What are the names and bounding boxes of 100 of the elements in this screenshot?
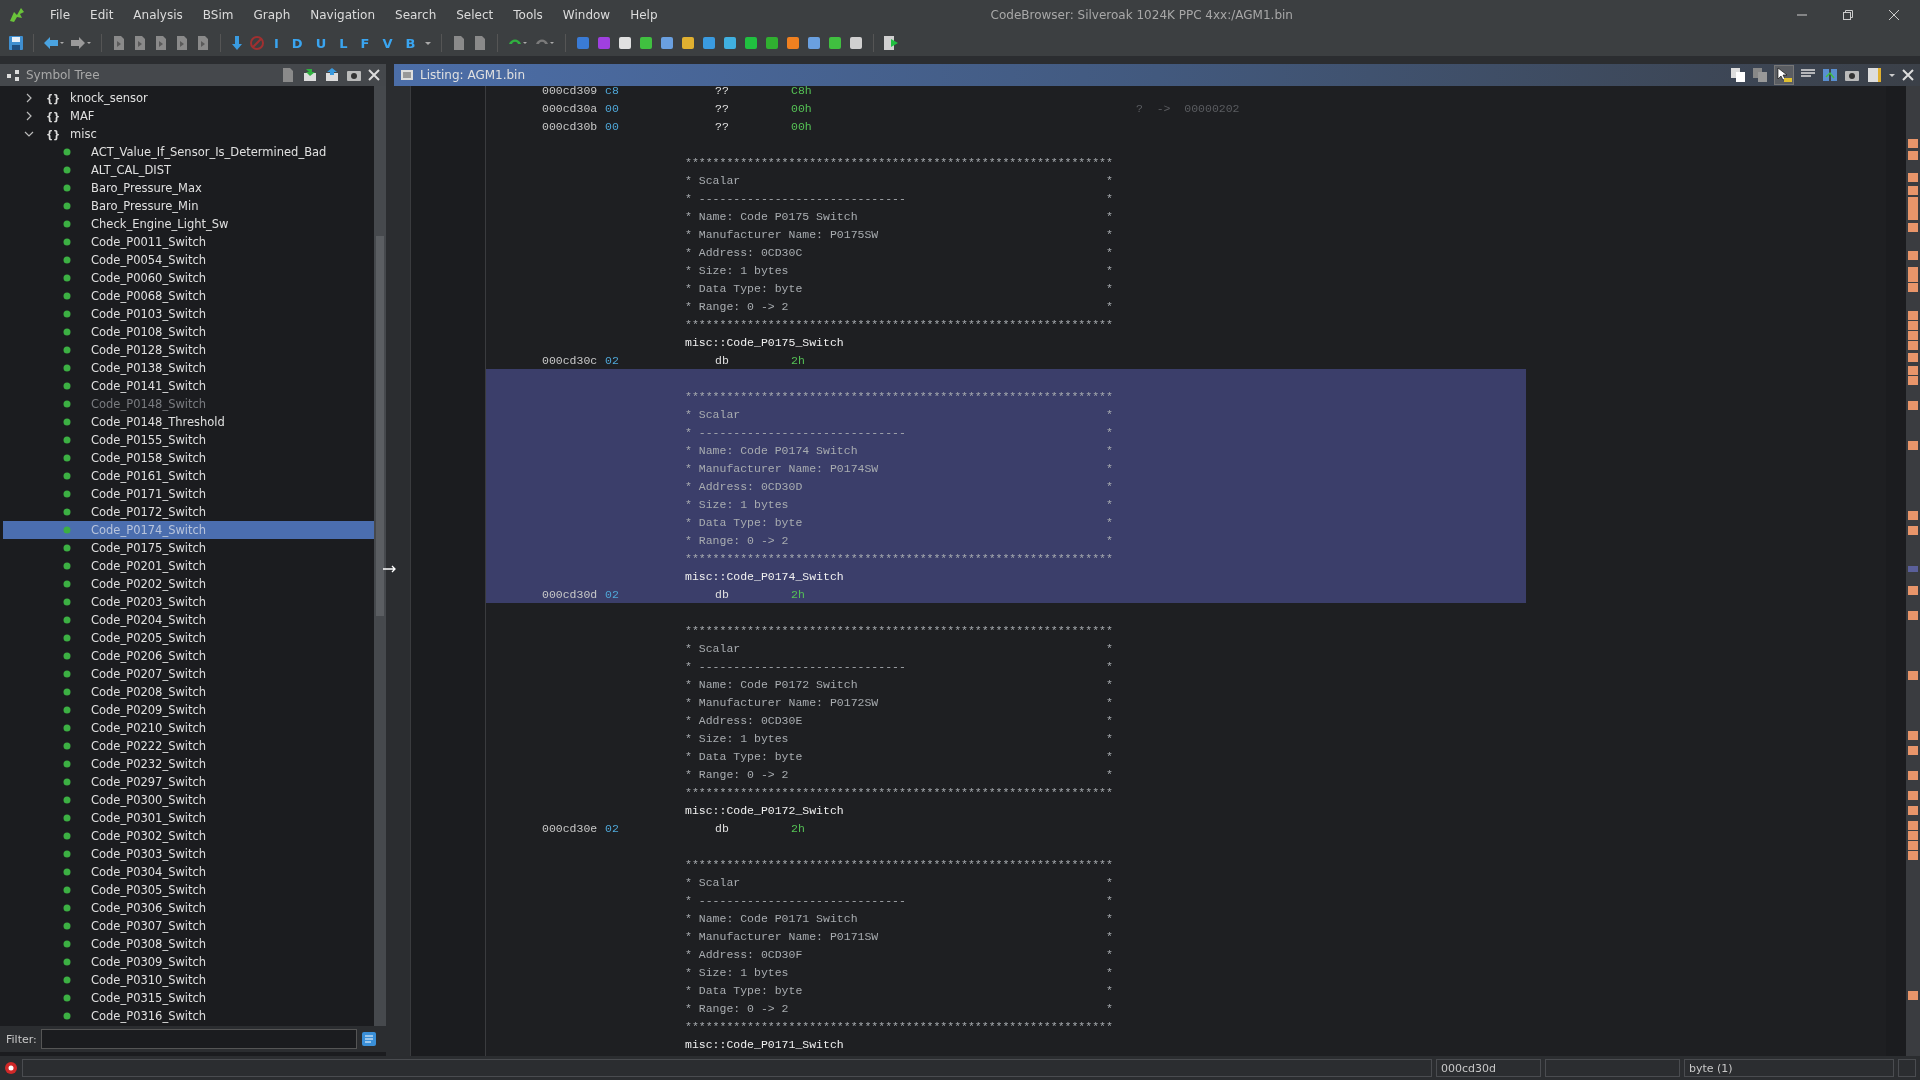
scrollbar[interactable]: [374, 86, 386, 1026]
tree-item[interactable]: Code_P0054_Switch: [3, 251, 374, 269]
tree-item[interactable]: Code_P0205_Switch: [3, 629, 374, 647]
tree-item[interactable]: Code_P0207_Switch: [3, 665, 374, 683]
collapsed-chevron-icon[interactable]: [24, 111, 34, 121]
down-arrow-icon[interactable]: [230, 35, 244, 51]
document-icon[interactable]: [280, 67, 296, 83]
byte-value: 02: [605, 353, 620, 367]
expanded-chevron-icon[interactable]: [24, 129, 34, 139]
tree-item[interactable]: Code_P0171_Switch: [3, 485, 374, 503]
tree-item[interactable]: MAF: [70, 109, 95, 123]
tree-item[interactable]: Baro_Pressure_Min: [3, 197, 374, 215]
menu-item[interactable]: Window: [552, 8, 621, 22]
scrollbar-thumb[interactable]: [376, 236, 384, 616]
tree-item[interactable]: Code_P0297_Switch: [3, 773, 374, 791]
diff-icon[interactable]: [1822, 67, 1838, 83]
tree-item[interactable]: Code_P0141_Switch: [3, 377, 374, 395]
tree-item[interactable]: Code_P0108_Switch: [3, 323, 374, 341]
toolbar-letter-button[interactable]: U: [311, 35, 331, 51]
tree-item[interactable]: Code_P0011_Switch: [3, 233, 374, 251]
tree-item[interactable]: Code_P0202_Switch: [3, 575, 374, 593]
tree-item[interactable]: Check_Engine_Light_Sw: [3, 215, 374, 233]
tree-item[interactable]: Code_P0304_Switch: [3, 863, 374, 881]
tree-item[interactable]: ACT_Value_If_Sensor_Is_Determined_Bad: [3, 143, 374, 161]
close-icon[interactable]: [1888, 9, 1900, 21]
tree-item[interactable]: Code_P0204_Switch: [3, 611, 374, 629]
copy-icon[interactable]: [1730, 67, 1746, 83]
tree-item[interactable]: Code_P0305_Switch: [3, 881, 374, 899]
menu-item[interactable]: Tools: [503, 8, 553, 22]
toolbar-letter-button[interactable]: F: [356, 35, 374, 51]
document-icon[interactable]: [132, 35, 148, 51]
filter-field[interactable]: [40, 1029, 357, 1049]
menu-item[interactable]: Edit: [80, 8, 124, 22]
document-icon[interactable]: [195, 35, 211, 51]
toolbar-letter-button[interactable]: I: [270, 35, 283, 51]
tree-item[interactable]: Code_P0203_Switch: [3, 593, 374, 611]
menu-item[interactable]: Analysis: [123, 8, 193, 22]
menu-item[interactable]: Help: [620, 8, 668, 22]
menu-item[interactable]: Graph: [243, 8, 301, 22]
close-icon[interactable]: [368, 69, 380, 81]
tree-item[interactable]: Code_P0209_Switch: [3, 701, 374, 719]
tree-item[interactable]: Code_P0148_Threshold: [3, 413, 374, 431]
tree-item[interactable]: Code_P0138_Switch: [3, 359, 374, 377]
tree-item[interactable]: Baro_Pressure_Max: [3, 179, 374, 197]
tree-item[interactable]: Code_P0210_Switch: [3, 719, 374, 737]
toolbar-letter-button[interactable]: B: [401, 35, 420, 51]
tree-item[interactable]: Code_P0175_Switch: [3, 539, 374, 557]
tree-item[interactable]: Code_P0222_Switch: [3, 737, 374, 755]
toolbar-letter-button[interactable]: L: [335, 35, 352, 51]
tree-item[interactable]: Code_P0208_Switch: [3, 683, 374, 701]
symbol-dot-icon: [63, 418, 71, 426]
tree-item[interactable]: Code_P0155_Switch: [3, 431, 374, 449]
menu-item[interactable]: Navigation: [300, 8, 385, 22]
tree-item[interactable]: Code_P0060_Switch: [3, 269, 374, 287]
tree-item[interactable]: Code_P0308_Switch: [3, 935, 374, 953]
symbol-dot-icon: [63, 1012, 71, 1020]
tree-item[interactable]: Code_P0103_Switch: [3, 305, 374, 323]
cursor-icon[interactable]: [1774, 65, 1794, 85]
tree-item[interactable]: Code_P0302_Switch: [3, 827, 374, 845]
tree-item[interactable]: Code_P0301_Switch: [3, 809, 374, 827]
tree-item[interactable]: Code_P0206_Switch: [3, 647, 374, 665]
tree-item[interactable]: Code_P0128_Switch: [3, 341, 374, 359]
back-arrow-icon[interactable]: [43, 35, 65, 51]
tree-item[interactable]: Code_P0158_Switch: [3, 449, 374, 467]
restore-icon[interactable]: [1842, 9, 1854, 21]
tree-item[interactable]: Code_P0232_Switch: [3, 755, 374, 773]
menu-item[interactable]: BSim: [192, 8, 244, 22]
comment-text: * Scalar *: [685, 173, 1113, 187]
tree-item[interactable]: Code_P0307_Switch: [3, 917, 374, 935]
overview-marker-drawing[interactable]: [1906, 86, 1920, 1056]
toolbar-letter-button[interactable]: D: [287, 35, 307, 51]
notebook-icon[interactable]: [1866, 67, 1882, 83]
tree-item[interactable]: Code_P0315_Switch: [3, 989, 374, 1007]
tree-item[interactable]: Code_P0306_Switch: [3, 899, 374, 917]
tree-item[interactable]: Code_P0300_Switch: [3, 791, 374, 809]
tree-item[interactable]: Code_P0303_Switch: [3, 845, 374, 863]
tree-item[interactable]: Code_P0172_Switch: [3, 503, 374, 521]
document-icon[interactable]: [153, 35, 169, 51]
filter-options-icon[interactable]: [360, 1031, 377, 1047]
collapsed-chevron-icon[interactable]: [24, 93, 34, 103]
menu-item[interactable]: Search: [385, 8, 447, 22]
save-icon[interactable]: [8, 35, 24, 51]
menu-item[interactable]: Select: [446, 8, 504, 22]
menu-item[interactable]: File: [40, 8, 81, 22]
document-icon[interactable]: [174, 35, 190, 51]
toolbar-letter-button[interactable]: V: [378, 35, 397, 51]
tree-item[interactable]: Code_P0148_Switch: [3, 395, 374, 413]
tree-item[interactable]: Code_P0310_Switch: [3, 971, 374, 989]
document-icon[interactable]: [111, 35, 127, 51]
tree-item[interactable]: misc: [70, 127, 97, 141]
tree-item[interactable]: knock_sensor: [70, 91, 148, 105]
paste-icon[interactable]: [1752, 67, 1768, 83]
tree-item[interactable]: Code_P0316_Switch: [3, 1007, 374, 1025]
tree-item[interactable]: ALT_CAL_DIST: [3, 161, 374, 179]
forward-arrow-icon[interactable]: [70, 35, 92, 51]
tree-item[interactable]: Code_P0201_Switch: [3, 557, 374, 575]
tree-item[interactable]: Code_P0309_Switch: [3, 953, 374, 971]
tree-item[interactable]: Code_P0068_Switch: [3, 287, 374, 305]
tree-item[interactable]: Code_P0161_Switch: [3, 467, 374, 485]
close-icon[interactable]: [1902, 69, 1914, 81]
